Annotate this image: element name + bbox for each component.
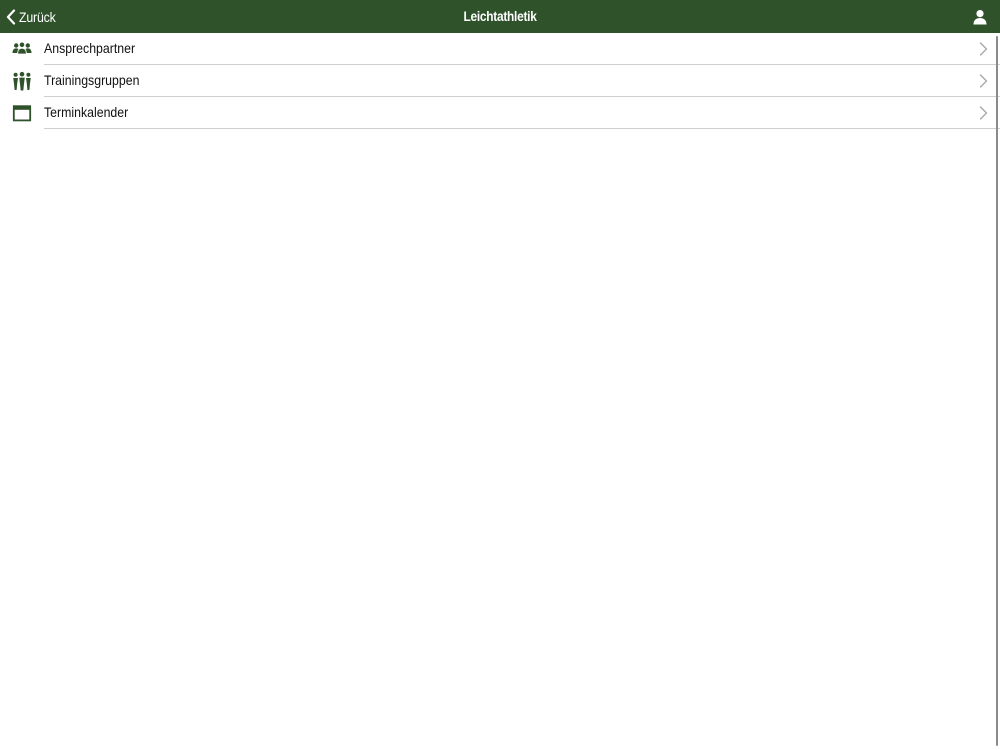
list-item-label: Ansprechpartner: [44, 40, 136, 56]
contacts-icon: [12, 39, 32, 59]
page-title: Leichtathletik: [0, 0, 1000, 33]
list-separator: [44, 128, 1000, 129]
list-item-terminkalender[interactable]: Terminkalender: [0, 97, 1000, 129]
list-item-label: Terminkalender: [44, 104, 129, 120]
chevron-right-icon: [979, 106, 988, 120]
menu-list: Ansprechpartner Trainingsgruppen Termink…: [0, 33, 1000, 129]
group-icon: [12, 71, 32, 91]
calendar-icon: [12, 103, 32, 123]
list-item-label: Trainingsgruppen: [44, 72, 140, 88]
list-item-trainingsgruppen[interactable]: Trainingsgruppen: [0, 65, 1000, 97]
page-title-text: Leichtathletik: [463, 8, 537, 24]
chevron-right-icon: [979, 74, 988, 88]
navigation-bar: Zurück Leichtathletik: [0, 0, 1000, 33]
vertical-scrollbar[interactable]: [996, 36, 998, 746]
app-window: Zurück Leichtathletik Ansprechpartner Tr…: [0, 0, 1000, 750]
user-profile-button[interactable]: [972, 9, 988, 25]
user-icon: [972, 9, 988, 25]
chevron-right-icon: [979, 42, 988, 56]
list-item-ansprechpartner[interactable]: Ansprechpartner: [0, 33, 1000, 65]
